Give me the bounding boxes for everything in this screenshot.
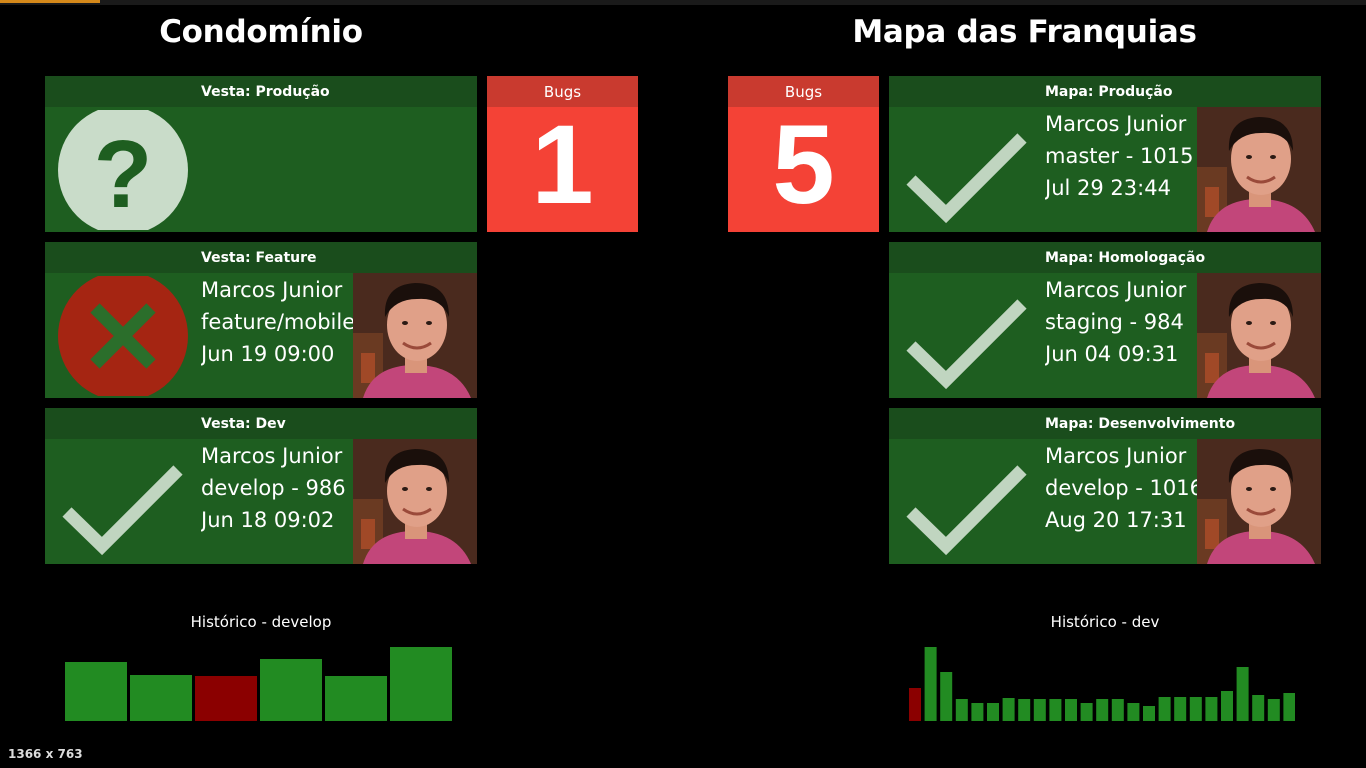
card-header: Mapa: Desenvolvimento <box>889 408 1321 439</box>
check-icon <box>57 442 189 562</box>
history-bar-success[interactable] <box>1033 699 1046 721</box>
history-bar-success[interactable] <box>1221 691 1233 721</box>
history-bar-success[interactable] <box>940 672 953 721</box>
card-header: Mapa: Produção <box>889 76 1321 107</box>
history-bar-success[interactable] <box>955 699 968 721</box>
bugs-counter-mapa[interactable]: Bugs 5 <box>728 76 879 232</box>
card-header: Vesta: Dev <box>45 408 477 439</box>
history-bar-success[interactable] <box>924 647 937 721</box>
card-header: Vesta: Produção <box>45 76 477 107</box>
build-card-vesta-dev[interactable]: Vesta: Dev Marcos Junior develop - 986 J… <box>45 408 477 564</box>
section-title-mapa-franquias: Mapa das Franquias <box>852 14 1197 50</box>
history-bar-success[interactable] <box>1018 699 1031 721</box>
build-date: Jun 19 09:00 <box>201 342 335 366</box>
build-branch: develop - 1016 <box>1045 476 1197 500</box>
build-info: Marcos Junior develop - 986 Jun 18 09:02 <box>201 439 353 564</box>
build-author: Marcos Junior <box>1045 112 1187 136</box>
history-bar-success[interactable] <box>1252 695 1265 721</box>
history-bar-success[interactable] <box>260 659 322 721</box>
avatar <box>1197 439 1321 564</box>
card-header: Vesta: Feature <box>45 242 477 273</box>
history-bar-success[interactable] <box>390 647 452 721</box>
check-icon <box>901 110 1033 230</box>
build-branch: develop - 986 <box>201 476 346 500</box>
history-label-dev: Histórico - dev <box>1050 613 1160 631</box>
history-chart-develop <box>65 640 452 721</box>
build-info: Marcos Junior staging - 984 Jun 04 09:31 <box>1045 273 1197 398</box>
history-bar-success[interactable] <box>1080 703 1093 721</box>
history-chart-dev <box>909 640 1296 721</box>
build-date: Jun 18 09:02 <box>201 508 335 532</box>
history-bars <box>65 647 452 721</box>
history-bar-success[interactable] <box>987 703 999 721</box>
build-card-mapa-producao[interactable]: Mapa: Produção Marcos Junior master - 10… <box>889 76 1321 232</box>
loading-indicator <box>0 0 100 3</box>
resolution-label: 1366 x 763 <box>8 747 83 761</box>
question-icon: ? <box>57 110 189 230</box>
history-bar-success[interactable] <box>1002 698 1015 721</box>
history-bar-success[interactable] <box>1096 699 1109 721</box>
build-date: Aug 20 17:31 <box>1045 508 1187 532</box>
history-bar-success[interactable] <box>1189 697 1202 721</box>
avatar <box>353 273 477 398</box>
history-bar-success[interactable] <box>1143 706 1155 721</box>
card-header: Mapa: Homologação <box>889 242 1321 273</box>
svg-text:?: ? <box>94 121 153 228</box>
avatar <box>1197 107 1321 232</box>
history-bar-success[interactable] <box>130 675 192 721</box>
build-card-vesta-feature[interactable]: Vesta: Feature Marcos Junior feature/mob… <box>45 242 477 398</box>
top-bar <box>0 0 1366 5</box>
history-bar-success[interactable] <box>1049 699 1062 721</box>
history-bar-success[interactable] <box>65 662 127 721</box>
build-info: Marcos Junior feature/mobile- Jun 19 09:… <box>201 273 353 398</box>
cross-icon <box>57 276 189 396</box>
section-title-condominio: Condomínio <box>159 14 363 50</box>
check-icon <box>901 276 1033 396</box>
history-bar-success[interactable] <box>1065 699 1077 721</box>
history-bars <box>909 647 1296 721</box>
build-card-vesta-producao[interactable]: Vesta: Produção ? <box>45 76 477 232</box>
history-bar-success[interactable] <box>1205 697 1218 721</box>
build-date: Jun 04 09:31 <box>1045 342 1179 366</box>
history-bar-success[interactable] <box>1267 699 1280 721</box>
build-date: Jul 29 23:44 <box>1045 176 1171 200</box>
history-bar-success[interactable] <box>1158 697 1171 721</box>
build-author: Marcos Junior <box>201 278 343 302</box>
history-bar-success[interactable] <box>1283 693 1296 721</box>
build-card-mapa-homologacao[interactable]: Mapa: Homologação Marcos Junior staging … <box>889 242 1321 398</box>
bugs-count: 5 <box>772 102 835 227</box>
build-author: Marcos Junior <box>1045 278 1187 302</box>
history-bar-success[interactable] <box>325 676 387 721</box>
check-icon <box>901 442 1033 562</box>
build-info: Marcos Junior develop - 1016 Aug 20 17:3… <box>1045 439 1197 564</box>
build-author: Marcos Junior <box>1045 444 1187 468</box>
history-bar-success[interactable] <box>1174 697 1187 721</box>
history-bar-success[interactable] <box>1127 703 1140 721</box>
build-author: Marcos Junior <box>201 444 343 468</box>
history-bar-success[interactable] <box>1236 667 1249 721</box>
bugs-counter-condominio[interactable]: Bugs 1 <box>487 76 638 232</box>
history-bar-failure[interactable] <box>195 676 257 721</box>
build-card-mapa-desenvolvimento[interactable]: Mapa: Desenvolvimento Marcos Junior deve… <box>889 408 1321 564</box>
history-bar-success[interactable] <box>1111 699 1124 721</box>
history-bar-success[interactable] <box>971 703 984 721</box>
bugs-count: 1 <box>531 102 594 227</box>
build-branch: feature/mobile- <box>201 310 353 334</box>
history-label-develop: Histórico - develop <box>190 613 332 631</box>
history-bar-failure[interactable] <box>909 688 921 721</box>
build-branch: master - 1015 <box>1045 144 1194 168</box>
build-branch: staging - 984 <box>1045 310 1184 334</box>
avatar <box>353 439 477 564</box>
build-info: Marcos Junior master - 1015 Jul 29 23:44 <box>1045 107 1197 232</box>
avatar <box>1197 273 1321 398</box>
